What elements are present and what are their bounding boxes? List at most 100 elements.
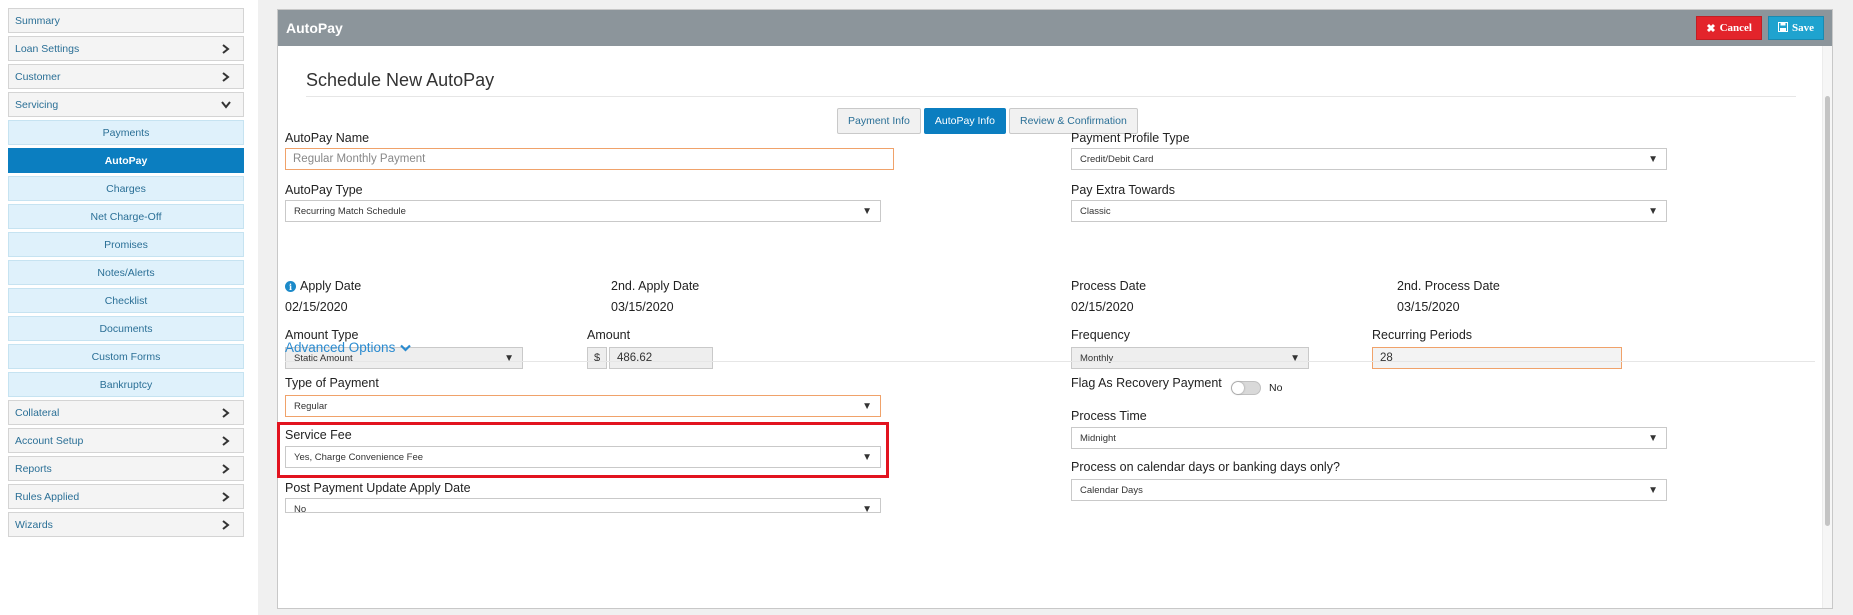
sidebar-item-label: Promises: [104, 238, 148, 251]
advanced-options-toggle[interactable]: Advanced Options: [285, 340, 412, 355]
sidebar-item-label: AutoPay: [104, 154, 148, 167]
select-value: Recurring Match Schedule: [294, 205, 406, 217]
chevron-right-icon: [219, 434, 233, 448]
sidebar-item-label: Custom Forms: [91, 350, 161, 363]
sidebar-subitem-autopay[interactable]: AutoPay: [8, 148, 244, 173]
autopay-name-label: AutoPay Name: [285, 131, 370, 145]
pay-extra-towards-select[interactable]: Classic ▼: [1071, 200, 1667, 222]
recurring-periods-label: Recurring Periods: [1372, 328, 1473, 342]
sidebar-item-label: Net Charge-Off: [90, 210, 162, 223]
sidebar-item-label: Payments: [102, 126, 150, 139]
sidebar-item-summary[interactable]: Summary: [8, 8, 244, 33]
process-time-label: Process Time: [1071, 409, 1147, 423]
sidebar-subitem-notes-alerts[interactable]: Notes/Alerts: [8, 260, 244, 285]
flag-recovery-toggle[interactable]: [1231, 381, 1261, 395]
sidebar-subitem-payments[interactable]: Payments: [8, 120, 244, 145]
sidebar-subitem-net-charge-off[interactable]: Net Charge-Off: [8, 204, 244, 229]
sidebar-item-reports[interactable]: Reports: [8, 456, 244, 481]
process-time-select[interactable]: Midnight ▼: [1071, 427, 1667, 449]
sidebar-item-loan-settings[interactable]: Loan Settings: [8, 36, 244, 61]
autopay-type-select[interactable]: Recurring Match Schedule ▼: [285, 200, 881, 222]
sidebar-item-label: Summary: [15, 14, 60, 27]
highlight-box: [277, 422, 889, 478]
chevron-right-icon: [219, 70, 233, 84]
save-button-label: Save: [1792, 22, 1814, 34]
tab-payment-info[interactable]: Payment Info: [837, 108, 921, 134]
sidebar-subitem-custom-forms[interactable]: Custom Forms: [8, 344, 244, 369]
apply-date-value: 02/15/2020: [285, 300, 348, 314]
floppy-disk-icon: [1778, 21, 1788, 35]
sidebar-item-label: Account Setup: [15, 434, 84, 447]
sidebar-item-label: Reports: [15, 462, 52, 475]
autopay-type-label: AutoPay Type: [285, 183, 363, 197]
flag-recovery-state: No: [1269, 382, 1283, 394]
sidebar-item-rules-applied[interactable]: Rules Applied: [8, 484, 244, 509]
sidebar-item-label: Loan Settings: [15, 42, 80, 55]
caret-down-icon: ▼: [862, 400, 872, 412]
apply-date-label: Apply Date: [300, 279, 362, 293]
select-value: Credit/Debit Card: [1080, 153, 1154, 165]
sidebar-item-servicing[interactable]: Servicing: [8, 92, 244, 117]
autopay-name-input[interactable]: Regular Monthly Payment: [285, 148, 894, 170]
second-apply-date-label: 2nd. Apply Date: [611, 279, 700, 293]
advanced-options-label: Advanced Options: [285, 340, 396, 355]
frequency-label: Frequency: [1071, 328, 1131, 342]
amount-input[interactable]: 486.62: [609, 347, 713, 369]
sidebar-item-customer[interactable]: Customer: [8, 64, 244, 89]
info-icon[interactable]: i: [285, 281, 296, 292]
payment-profile-type-label: Payment Profile Type: [1071, 131, 1190, 145]
sidebar-item-label: Wizards: [15, 518, 53, 531]
caret-down-icon: ▼: [862, 504, 872, 513]
chevron-right-icon: [219, 406, 233, 420]
select-value: Classic: [1080, 205, 1111, 217]
sidebar-subitem-charges[interactable]: Charges: [8, 176, 244, 201]
sidebar-subitem-bankruptcy[interactable]: Bankruptcy: [8, 372, 244, 397]
sidebar-item-wizards[interactable]: Wizards: [8, 512, 244, 537]
chevron-right-icon: [219, 490, 233, 504]
caret-down-icon: ▼: [862, 205, 872, 217]
chevron-right-icon: [219, 42, 233, 56]
payment-profile-type-select[interactable]: Credit/Debit Card ▼: [1071, 148, 1667, 170]
scrollbar[interactable]: [1822, 46, 1832, 608]
calendar-or-banking-label: Process on calendar days or banking days…: [1071, 460, 1340, 474]
sidebar-item-label: Checklist: [104, 294, 148, 307]
save-button[interactable]: Save: [1768, 16, 1824, 40]
amount-label: Amount: [587, 328, 631, 342]
sidebar-item-collateral[interactable]: Collateral: [8, 400, 244, 425]
second-process-date-label: 2nd. Process Date: [1397, 279, 1500, 293]
frequency-select[interactable]: Monthly ▼: [1071, 347, 1309, 369]
close-icon: ✖: [1706, 22, 1716, 35]
select-value: Calendar Days: [1080, 484, 1143, 496]
type-of-payment-select[interactable]: Regular ▼: [285, 395, 881, 417]
autopay-panel: AutoPay ✖ Cancel Save Schedule New AutoP…: [277, 9, 1833, 609]
post-payment-update-select[interactable]: No ▼: [285, 498, 881, 513]
sidebar-item-account-setup[interactable]: Account Setup: [8, 428, 244, 453]
chevron-down-icon: [219, 98, 233, 112]
post-payment-update-label: Post Payment Update Apply Date: [285, 481, 471, 495]
process-date-value: 02/15/2020: [1071, 300, 1134, 314]
sidebar-item-label: Collateral: [15, 406, 60, 419]
scrollbar-thumb[interactable]: [1825, 96, 1830, 526]
divider: [285, 361, 1815, 362]
calendar-or-banking-select[interactable]: Calendar Days ▼: [1071, 479, 1667, 501]
sidebar-subitem-promises[interactable]: Promises: [8, 232, 244, 257]
recurring-periods-input[interactable]: 28: [1372, 347, 1622, 369]
process-date-label: Process Date: [1071, 279, 1147, 293]
sidebar-item-label: Servicing: [15, 98, 59, 111]
sidebar-item-label: Notes/Alerts: [97, 266, 155, 279]
chevron-right-icon: [219, 462, 233, 476]
header-actions: ✖ Cancel Save: [1696, 16, 1824, 40]
cancel-button-label: Cancel: [1719, 22, 1752, 34]
cancel-button[interactable]: ✖ Cancel: [1696, 16, 1762, 40]
sidebar-item-label: Bankruptcy: [99, 378, 153, 391]
select-value: No: [294, 504, 307, 513]
sidebar-item-label: Charges: [106, 182, 146, 195]
caret-down-icon: ▼: [1648, 432, 1658, 444]
sidebar-subitem-checklist[interactable]: Checklist: [8, 288, 244, 313]
panel-title: AutoPay: [286, 20, 343, 36]
sidebar-item-label: Rules Applied: [15, 490, 80, 503]
sidebar-item-label: Documents: [99, 322, 153, 335]
tab-autopay-info[interactable]: AutoPay Info: [923, 108, 1006, 134]
chevron-down-icon: [400, 340, 412, 355]
sidebar-subitem-documents[interactable]: Documents: [8, 316, 244, 341]
